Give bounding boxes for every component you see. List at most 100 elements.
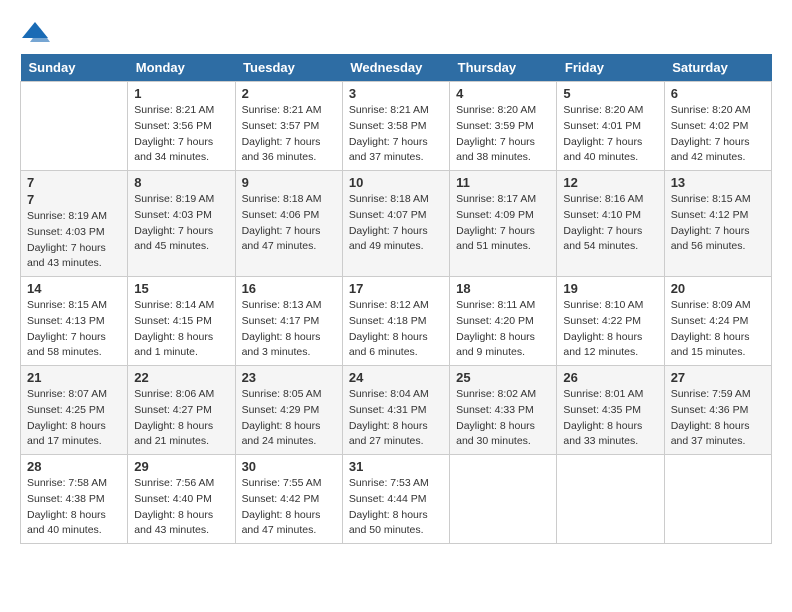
day-info: Sunrise: 8:15 AMSunset: 4:12 PMDaylight:…: [671, 192, 765, 255]
day-number: 7: [27, 175, 121, 190]
day-cell: 8 Sunrise: 8:19 AMSunset: 4:03 PMDaylight…: [128, 171, 235, 277]
day-info: Sunrise: 8:07 AMSunset: 4:25 PMDaylight:…: [27, 387, 121, 450]
day-number: 3: [349, 86, 443, 101]
day-cell: 6Sunrise: 8:20 AMSunset: 4:02 PMDaylight…: [664, 82, 771, 171]
day-cell: [557, 455, 664, 544]
day-info: Sunrise: 8:17 AMSunset: 4:09 PMDaylight:…: [456, 192, 550, 255]
day-cell: 17 Sunrise: 8:12 AMSunset: 4:18 PMDayligh…: [342, 277, 449, 366]
day-cell: 31 Sunrise: 7:53 AMSunset: 4:44 PMDayligh…: [342, 455, 449, 544]
day-cell: 20 Sunrise: 8:09 AMSunset: 4:24 PMDayligh…: [664, 277, 771, 366]
week-row-2: 77Sunrise: 8:19 AMSunset: 4:03 PMDayligh…: [21, 171, 772, 277]
day-info: Sunrise: 7:55 AMSunset: 4:42 PMDaylight:…: [242, 476, 336, 539]
day-number: 31: [349, 459, 443, 474]
day-number: 27: [671, 370, 765, 385]
day-info: Sunrise: 7:56 AMSunset: 4:40 PMDaylight:…: [134, 476, 228, 539]
day-cell: 29 Sunrise: 7:56 AMSunset: 4:40 PMDayligh…: [128, 455, 235, 544]
day-cell: [664, 455, 771, 544]
day-info: Sunrise: 8:12 AMSunset: 4:18 PMDaylight:…: [349, 298, 443, 361]
header-sunday: Sunday: [21, 54, 128, 82]
day-number: 18: [456, 281, 550, 296]
day-cell: 22 Sunrise: 8:06 AMSunset: 4:27 PMDayligh…: [128, 366, 235, 455]
day-info: Sunrise: 8:20 AMSunset: 3:59 PMDaylight:…: [456, 103, 550, 166]
day-number: 5: [563, 86, 657, 101]
day-cell: 23Sunrise: 8:05 AMSunset: 4:29 PMDayligh…: [235, 366, 342, 455]
day-number: 13: [671, 175, 765, 190]
day-number: 4: [456, 86, 550, 101]
day-info: Sunrise: 7:53 AMSunset: 4:44 PMDaylight:…: [349, 476, 443, 539]
day-number: 15: [134, 281, 228, 296]
week-row-5: 28 Sunrise: 7:58 AMSunset: 4:38 PMDayligh…: [21, 455, 772, 544]
day-info: Sunrise: 8:04 AMSunset: 4:31 PMDaylight:…: [349, 387, 443, 450]
header-saturday: Saturday: [664, 54, 771, 82]
day-info: Sunrise: 8:20 AMSunset: 4:02 PMDaylight:…: [671, 103, 765, 166]
day-cell: [21, 82, 128, 171]
header-thursday: Thursday: [450, 54, 557, 82]
day-number: 17: [349, 281, 443, 296]
day-number: 23: [242, 370, 336, 385]
header-row: SundayMondayTuesdayWednesdayThursdayFrid…: [21, 54, 772, 82]
day-cell: 18 Sunrise: 8:11 AMSunset: 4:20 PMDayligh…: [450, 277, 557, 366]
day-info: Sunrise: 8:06 AMSunset: 4:27 PMDaylight:…: [134, 387, 228, 450]
day-cell: 10 Sunrise: 8:18 AMSunset: 4:07 PMDayligh…: [342, 171, 449, 277]
day-cell: 14 Sunrise: 8:15 AMSunset: 4:13 PMDayligh…: [21, 277, 128, 366]
day-cell: 27 Sunrise: 7:59 AMSunset: 4:36 PMDayligh…: [664, 366, 771, 455]
logo-icon: [20, 20, 50, 44]
day-number: 16: [242, 281, 336, 296]
day-cell: 1 Sunrise: 8:21 AMSunset: 3:56 PMDaylight…: [128, 82, 235, 171]
header-tuesday: Tuesday: [235, 54, 342, 82]
day-number: 11: [456, 175, 550, 190]
day-number: 10: [349, 175, 443, 190]
header-monday: Monday: [128, 54, 235, 82]
day-cell: 5Sunrise: 8:20 AMSunset: 4:01 PMDaylight…: [557, 82, 664, 171]
day-info: Sunrise: 8:09 AMSunset: 4:24 PMDaylight:…: [671, 298, 765, 361]
day-number: 14: [27, 281, 121, 296]
header: [20, 20, 772, 44]
day-info: Sunrise: 8:18 AMSunset: 4:07 PMDaylight:…: [349, 192, 443, 255]
day-info: Sunrise: 7:58 AMSunset: 4:38 PMDaylight:…: [27, 476, 121, 539]
day-number: 8: [134, 175, 228, 190]
day-number: 28: [27, 459, 121, 474]
day-info: Sunrise: 8:11 AMSunset: 4:20 PMDaylight:…: [456, 298, 550, 361]
day-info: Sunrise: 8:21 AMSunset: 3:57 PMDaylight:…: [242, 103, 336, 166]
day-cell: 4 Sunrise: 8:20 AMSunset: 3:59 PMDaylight…: [450, 82, 557, 171]
day-number: 22: [134, 370, 228, 385]
day-cell: 25 Sunrise: 8:02 AMSunset: 4:33 PMDayligh…: [450, 366, 557, 455]
day-number: 29: [134, 459, 228, 474]
day-cell: 16Sunrise: 8:13 AMSunset: 4:17 PMDayligh…: [235, 277, 342, 366]
day-info: Sunrise: 8:15 AMSunset: 4:13 PMDaylight:…: [27, 298, 121, 361]
day-number: 25: [456, 370, 550, 385]
day-info: Sunrise: 8:01 AMSunset: 4:35 PMDaylight:…: [563, 387, 657, 450]
day-cell: 30Sunrise: 7:55 AMSunset: 4:42 PMDayligh…: [235, 455, 342, 544]
day-cell: 28 Sunrise: 7:58 AMSunset: 4:38 PMDayligh…: [21, 455, 128, 544]
header-wednesday: Wednesday: [342, 54, 449, 82]
day-info: Sunrise: 8:21 AMSunset: 3:56 PMDaylight:…: [134, 103, 228, 166]
day-cell: 9 Sunrise: 8:18 AMSunset: 4:06 PMDaylight…: [235, 171, 342, 277]
day-cell: 12 Sunrise: 8:16 AMSunset: 4:10 PMDayligh…: [557, 171, 664, 277]
day-cell: 19 Sunrise: 8:10 AMSunset: 4:22 PMDayligh…: [557, 277, 664, 366]
day-info: Sunrise: 8:19 AMSunset: 4:03 PMDaylight:…: [134, 192, 228, 255]
day-number: 20: [671, 281, 765, 296]
day-cell: 2 Sunrise: 8:21 AMSunset: 3:57 PMDaylight…: [235, 82, 342, 171]
logo: [20, 20, 54, 44]
week-row-4: 21 Sunrise: 8:07 AMSunset: 4:25 PMDayligh…: [21, 366, 772, 455]
day-number: 1: [134, 86, 228, 101]
day-number: 21: [27, 370, 121, 385]
day-number: 12: [563, 175, 657, 190]
day-info: Sunrise: 8:14 AMSunset: 4:15 PMDaylight:…: [134, 298, 228, 361]
week-row-1: 1 Sunrise: 8:21 AMSunset: 3:56 PMDaylight…: [21, 82, 772, 171]
day-info: Sunrise: 8:02 AMSunset: 4:33 PMDaylight:…: [456, 387, 550, 450]
day-info: Sunrise: 8:10 AMSunset: 4:22 PMDaylight:…: [563, 298, 657, 361]
day-cell: 77Sunrise: 8:19 AMSunset: 4:03 PMDayligh…: [21, 171, 128, 277]
day-cell: 13 Sunrise: 8:15 AMSunset: 4:12 PMDayligh…: [664, 171, 771, 277]
day-number: 9: [242, 175, 336, 190]
day-info: Sunrise: 8:21 AMSunset: 3:58 PMDaylight:…: [349, 103, 443, 166]
calendar-table: SundayMondayTuesdayWednesdayThursdayFrid…: [20, 54, 772, 544]
day-info: Sunrise: 7:59 AMSunset: 4:36 PMDaylight:…: [671, 387, 765, 450]
day-number: 26: [563, 370, 657, 385]
day-cell: 11 Sunrise: 8:17 AMSunset: 4:09 PMDayligh…: [450, 171, 557, 277]
day-info: Sunrise: 8:16 AMSunset: 4:10 PMDaylight:…: [563, 192, 657, 255]
day-number: 2: [242, 86, 336, 101]
day-cell: 21 Sunrise: 8:07 AMSunset: 4:25 PMDayligh…: [21, 366, 128, 455]
day-info: Sunrise: 8:18 AMSunset: 4:06 PMDaylight:…: [242, 192, 336, 255]
day-number: 19: [563, 281, 657, 296]
